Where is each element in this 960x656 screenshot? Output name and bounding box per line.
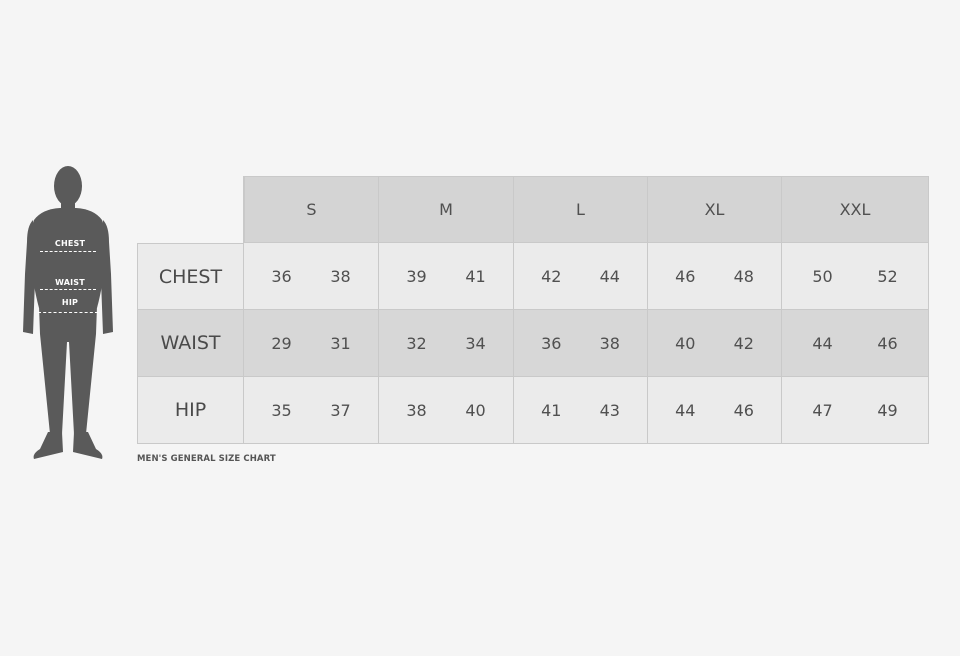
size-cell: 46 48 [648,243,782,310]
waist-measure-line [40,289,96,290]
figure-hip-label: HIP [61,298,79,307]
size-header-s: S [244,176,379,243]
size-cell: 41 43 [514,377,648,444]
size-header-xxl: XXL [782,176,929,243]
size-header-m: M [379,176,514,243]
measurement-value: 37 [330,400,351,420]
measurement-value: 42 [541,266,562,286]
measurement-value: 40 [675,333,696,353]
measurement-value: 48 [733,266,754,286]
measurement-value: 50 [812,266,833,286]
size-cell: 44 46 [782,310,929,377]
measurement-value: 38 [599,333,620,353]
measurement-value: 44 [599,266,620,286]
size-cell: 47 49 [782,377,929,444]
measurement-value: 35 [271,400,292,420]
measurement-value: 29 [271,333,292,353]
measurement-value: 44 [675,400,696,420]
body-measurement-figure: CHEST WAIST HIP [20,162,120,467]
measurement-value: 32 [406,333,427,353]
size-cell: 40 42 [648,310,782,377]
measurement-value: 43 [599,400,620,420]
size-cell: 36 38 [514,310,648,377]
measurement-value: 42 [733,333,754,353]
size-cell: 35 37 [244,377,379,444]
measurement-value: 31 [330,333,351,353]
size-chart-table: S M L XL XXL CHEST 36 38 39 41 42 44 46 48 50 52 WAIST 29… [137,176,929,444]
measurement-value: 38 [330,266,351,286]
size-cell: 36 38 [244,243,379,310]
measurement-value: 38 [406,400,427,420]
size-cell: 50 52 [782,243,929,310]
size-cell: 39 41 [379,243,514,310]
measurement-value: 49 [877,400,898,420]
chest-measure-line [40,251,96,252]
measurement-value: 41 [541,400,562,420]
measurement-value: 40 [465,400,486,420]
size-cell: 32 34 [379,310,514,377]
measurement-value: 36 [271,266,292,286]
measurement-value: 52 [877,266,898,286]
measurement-value: 39 [406,266,427,286]
size-header-l: L [514,176,648,243]
measurement-value: 34 [465,333,486,353]
hip-measure-line [38,312,98,313]
figure-waist-label: WAIST [55,278,85,287]
measurement-value: 47 [812,400,833,420]
measurement-value: 36 [541,333,562,353]
size-header-xl: XL [648,176,782,243]
size-cell: 42 44 [514,243,648,310]
size-cell: 29 31 [244,310,379,377]
row-label-chest: CHEST [137,243,244,310]
row-label-hip: HIP [137,377,244,444]
man-silhouette-icon [23,166,113,459]
size-cell: 44 46 [648,377,782,444]
figure-chest-label: CHEST [54,239,86,248]
measurement-value: 46 [675,266,696,286]
row-label-waist: WAIST [137,310,244,377]
measurement-value: 44 [812,333,833,353]
chart-caption: MEN'S GENERAL SIZE CHART [137,454,276,464]
size-cell: 38 40 [379,377,514,444]
measurement-value: 46 [733,400,754,420]
measurement-value: 46 [877,333,898,353]
table-corner-blank [137,176,244,243]
measurement-value: 41 [465,266,486,286]
